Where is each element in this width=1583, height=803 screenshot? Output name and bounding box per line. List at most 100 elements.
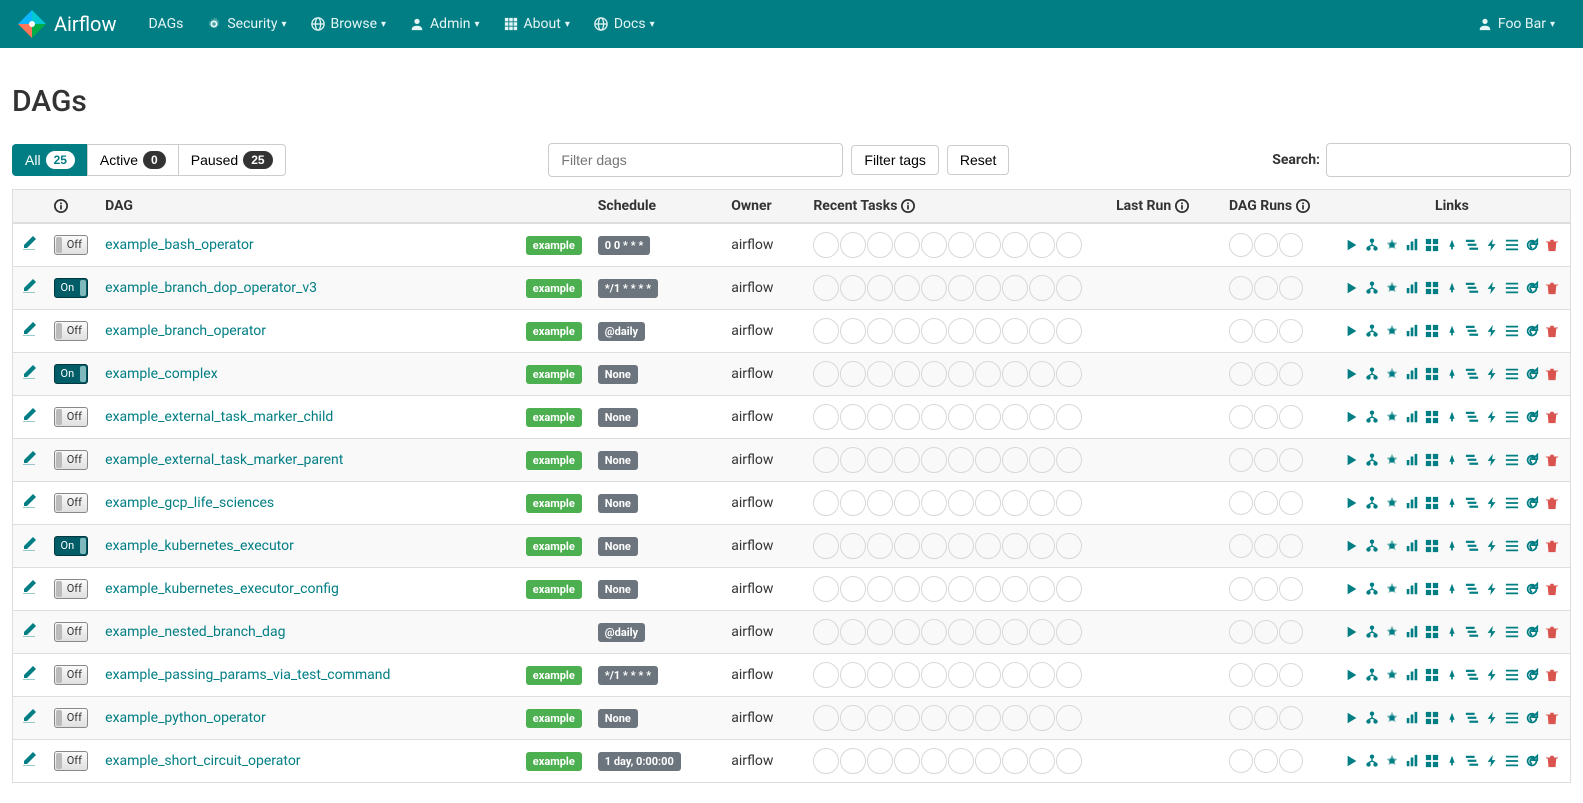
trash-icon[interactable]	[1545, 754, 1559, 768]
dag-run-circle[interactable]	[1229, 319, 1253, 343]
task-tries-icon[interactable]	[1425, 582, 1439, 596]
duration-icon[interactable]	[1405, 453, 1419, 467]
trash-icon[interactable]	[1545, 238, 1559, 252]
gantt-icon[interactable]	[1465, 754, 1479, 768]
task-status-circle[interactable]	[867, 361, 893, 387]
duration-icon[interactable]	[1405, 238, 1419, 252]
duration-icon[interactable]	[1405, 582, 1419, 596]
list-icon[interactable]	[1505, 539, 1519, 553]
task-status-circle[interactable]	[948, 533, 974, 559]
task-status-circle[interactable]	[813, 619, 839, 645]
refresh-icon[interactable]	[1525, 410, 1539, 424]
task-status-circle[interactable]	[867, 662, 893, 688]
pause-toggle[interactable]: Off	[54, 751, 88, 771]
task-status-circle[interactable]	[921, 318, 947, 344]
tree-icon[interactable]	[1365, 496, 1379, 510]
task-status-circle[interactable]	[921, 447, 947, 473]
landing-icon[interactable]	[1445, 539, 1459, 553]
gantt-icon[interactable]	[1465, 539, 1479, 553]
list-icon[interactable]	[1505, 582, 1519, 596]
pause-toggle[interactable]: On	[54, 364, 88, 384]
task-status-circle[interactable]	[1002, 576, 1028, 602]
dag-run-circle[interactable]	[1279, 749, 1303, 773]
list-icon[interactable]	[1505, 410, 1519, 424]
task-status-circle[interactable]	[813, 232, 839, 258]
duration-icon[interactable]	[1405, 668, 1419, 682]
task-tries-icon[interactable]	[1425, 324, 1439, 338]
graph-icon[interactable]	[1385, 539, 1399, 553]
schedule-badge[interactable]: None	[598, 537, 638, 556]
list-icon[interactable]	[1505, 496, 1519, 510]
task-status-circle[interactable]	[840, 533, 866, 559]
tree-icon[interactable]	[1365, 668, 1379, 682]
landing-icon[interactable]	[1445, 453, 1459, 467]
refresh-icon[interactable]	[1525, 496, 1539, 510]
trash-icon[interactable]	[1545, 410, 1559, 424]
task-status-circle[interactable]	[1002, 275, 1028, 301]
edit-icon[interactable]	[21, 583, 37, 599]
dag-run-circle[interactable]	[1254, 319, 1278, 343]
trash-icon[interactable]	[1545, 324, 1559, 338]
edit-icon[interactable]	[21, 497, 37, 513]
task-status-circle[interactable]	[1029, 361, 1055, 387]
gantt-icon[interactable]	[1465, 625, 1479, 639]
list-icon[interactable]	[1505, 625, 1519, 639]
task-status-circle[interactable]	[813, 275, 839, 301]
task-status-circle[interactable]	[1002, 447, 1028, 473]
task-status-circle[interactable]	[1056, 404, 1082, 430]
gantt-icon[interactable]	[1465, 582, 1479, 596]
trigger-icon[interactable]	[1485, 539, 1499, 553]
task-status-circle[interactable]	[813, 705, 839, 731]
task-status-circle[interactable]	[1029, 318, 1055, 344]
refresh-icon[interactable]	[1525, 582, 1539, 596]
tree-icon[interactable]	[1365, 754, 1379, 768]
task-status-circle[interactable]	[975, 619, 1001, 645]
task-status-circle[interactable]	[1029, 447, 1055, 473]
dag-tag[interactable]: example	[526, 408, 582, 427]
schedule-badge[interactable]: 0 0 * * *	[598, 236, 651, 255]
list-icon[interactable]	[1505, 453, 1519, 467]
task-status-circle[interactable]	[840, 361, 866, 387]
pause-toggle[interactable]: On	[54, 278, 88, 298]
dag-run-circle[interactable]	[1254, 362, 1278, 386]
task-status-circle[interactable]	[948, 361, 974, 387]
task-status-circle[interactable]	[1029, 748, 1055, 774]
dag-run-circle[interactable]	[1229, 448, 1253, 472]
nav-security[interactable]: Security▾	[195, 0, 298, 48]
task-status-circle[interactable]	[1029, 619, 1055, 645]
dag-run-circle[interactable]	[1229, 663, 1253, 687]
task-status-circle[interactable]	[1029, 404, 1055, 430]
task-status-circle[interactable]	[975, 404, 1001, 430]
dag-run-circle[interactable]	[1229, 577, 1253, 601]
task-status-circle[interactable]	[813, 533, 839, 559]
task-status-circle[interactable]	[867, 576, 893, 602]
task-status-circle[interactable]	[840, 576, 866, 602]
pause-toggle[interactable]: Off	[54, 235, 88, 255]
refresh-icon[interactable]	[1525, 281, 1539, 295]
filter-tags-button[interactable]: Filter tags	[851, 145, 938, 175]
landing-icon[interactable]	[1445, 367, 1459, 381]
task-status-circle[interactable]	[1056, 275, 1082, 301]
gantt-icon[interactable]	[1465, 324, 1479, 338]
trash-icon[interactable]	[1545, 668, 1559, 682]
dag-link[interactable]: example_nested_branch_dag	[105, 624, 285, 640]
task-status-circle[interactable]	[1002, 361, 1028, 387]
task-status-circle[interactable]	[948, 404, 974, 430]
task-status-circle[interactable]	[1056, 576, 1082, 602]
dag-run-circle[interactable]	[1254, 276, 1278, 300]
schedule-badge[interactable]: None	[598, 580, 638, 599]
dag-run-circle[interactable]	[1279, 577, 1303, 601]
dag-tag[interactable]: example	[526, 537, 582, 556]
landing-icon[interactable]	[1445, 625, 1459, 639]
refresh-icon[interactable]	[1525, 324, 1539, 338]
landing-icon[interactable]	[1445, 281, 1459, 295]
play-icon[interactable]	[1345, 281, 1359, 295]
dag-run-circle[interactable]	[1254, 405, 1278, 429]
tree-icon[interactable]	[1365, 582, 1379, 596]
task-status-circle[interactable]	[840, 748, 866, 774]
filter-dags-input[interactable]	[548, 143, 843, 177]
task-status-circle[interactable]	[1056, 447, 1082, 473]
dag-link[interactable]: example_branch_operator	[105, 323, 266, 339]
duration-icon[interactable]	[1405, 625, 1419, 639]
task-status-circle[interactable]	[894, 662, 920, 688]
